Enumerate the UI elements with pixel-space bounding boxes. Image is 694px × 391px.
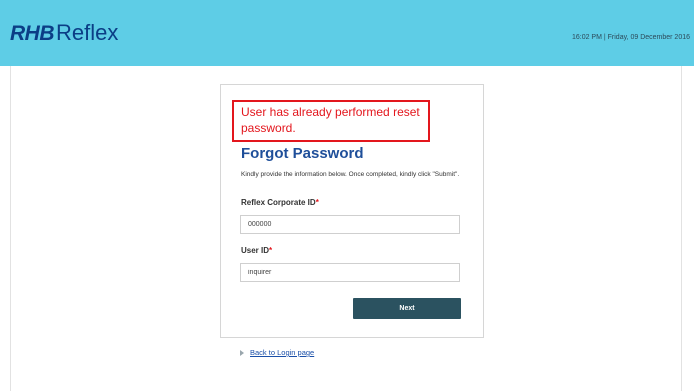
next-button[interactable]: Next [353,298,461,319]
corporate-id-label-text: Reflex Corporate ID [241,198,316,207]
user-id-input[interactable] [240,263,460,282]
required-marker: * [269,246,273,255]
back-to-login-link[interactable]: Back to Login page [250,348,314,357]
required-marker: * [315,198,319,207]
datetime-display: 16:02 PM | Friday, 09 December 2016 [571,34,690,41]
triangle-right-icon [240,349,244,356]
corporate-id-label: Reflex Corporate ID* [241,198,319,207]
logo-reflex-text: Reflex [56,20,119,45]
instructions-text: Kindly provide the information below. On… [241,171,460,178]
back-to-login: Back to Login page [240,348,314,357]
user-id-label-text: User ID [241,246,270,255]
page-title: Forgot Password [241,145,364,162]
corporate-id-input[interactable] [240,215,460,234]
error-message: User has already performed reset passwor… [241,105,420,135]
header-bar: RHB Reflex 16:02 PM | Friday, 09 Decembe… [0,0,694,66]
rhb-reflex-logo: RHB Reflex [10,20,118,46]
user-id-label: User ID* [241,246,272,255]
logo-rhb-text: RHB [10,22,55,45]
